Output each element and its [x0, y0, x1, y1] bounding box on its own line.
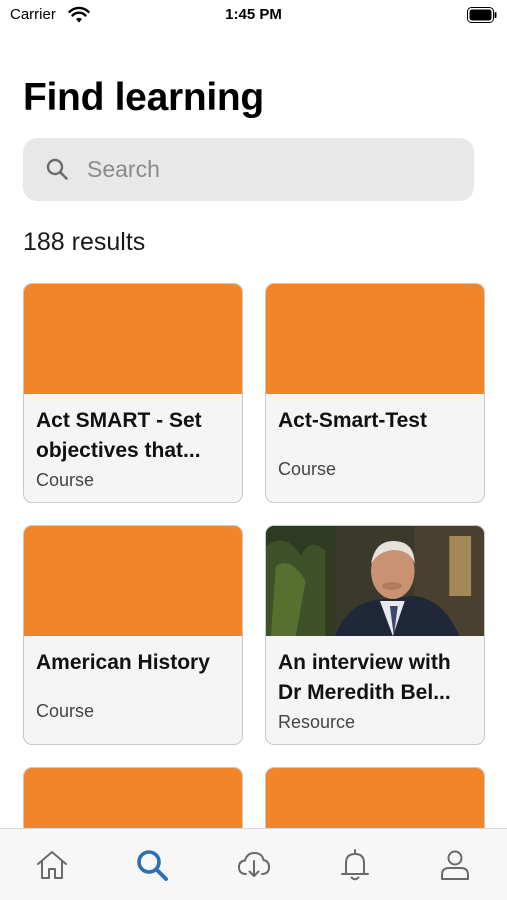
result-card[interactable]: Act SMART - Set objectives that... Cours… — [23, 283, 243, 503]
page-title: Find learning — [23, 76, 264, 119]
card-title: Act SMART - Set objectives that... — [36, 409, 202, 462]
card-title: American History — [36, 651, 210, 674]
card-thumbnail — [24, 526, 242, 636]
card-type: Course — [36, 470, 95, 490]
result-card[interactable] — [265, 767, 485, 828]
cloud-download-icon[interactable] — [236, 847, 272, 883]
card-thumbnail — [266, 284, 484, 394]
battery-icon — [467, 7, 497, 23]
result-card[interactable]: An interview with Dr Meredith Bel... Res… — [265, 525, 485, 745]
result-card[interactable] — [23, 767, 243, 828]
profile-icon[interactable] — [437, 847, 473, 883]
card-thumbnail — [266, 768, 484, 828]
clock-time: 1:45 PM — [225, 6, 282, 23]
search-icon — [46, 158, 68, 180]
result-card[interactable]: American History Course — [23, 525, 243, 745]
card-title: An interview with Dr Meredith Bel... — [278, 651, 451, 704]
tab-bar — [0, 828, 507, 900]
search-icon[interactable] — [134, 847, 170, 883]
results-count: 188 results — [23, 228, 146, 256]
result-card[interactable]: Act-Smart-Test Course — [265, 283, 485, 503]
results-grid: Act SMART - Set objectives that... Cours… — [23, 283, 485, 828]
card-type: Resource — [278, 712, 356, 732]
search-input[interactable] — [87, 138, 457, 201]
home-icon[interactable] — [34, 847, 70, 883]
card-photo — [266, 526, 484, 636]
card-thumbnail — [24, 284, 242, 394]
card-title: Act-Smart-Test — [278, 409, 427, 432]
card-thumbnail — [24, 768, 242, 828]
bell-icon[interactable] — [337, 847, 373, 883]
status-bar: Carrier 1:45 PM — [0, 0, 507, 32]
card-type: Course — [278, 459, 337, 479]
search-bar[interactable] — [23, 138, 474, 201]
card-type: Course — [36, 701, 95, 721]
